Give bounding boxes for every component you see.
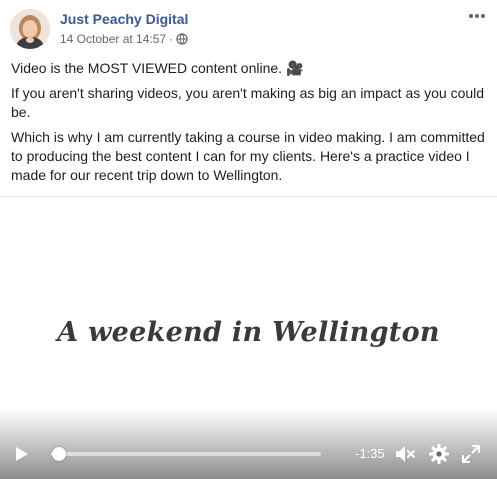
progress-scrubber[interactable] [52, 447, 67, 461]
time-remaining: -1:35 [355, 446, 385, 461]
post-paragraph: If you aren't sharing videos, you aren't… [11, 85, 485, 120]
more-options-icon[interactable] [467, 8, 487, 24]
meta-separator: · [169, 32, 174, 46]
post-meta: 14 October at 14:57 · [60, 32, 188, 48]
video-controls: -1:35 [0, 436, 497, 472]
progress-bar[interactable] [51, 452, 321, 456]
globe-icon[interactable] [176, 33, 188, 48]
post-text: Video is the MOST VIEWED content online.… [11, 59, 489, 191]
volume-muted-icon[interactable] [393, 442, 417, 466]
page-name-link[interactable]: Just Peachy Digital [60, 11, 188, 27]
avatar-photo [10, 9, 50, 49]
fullscreen-icon[interactable] [460, 443, 482, 465]
play-icon[interactable] [10, 443, 32, 465]
post-paragraph: Which is why I am currently taking a cou… [11, 129, 485, 183]
video-title-card: A weekend in Wellington [57, 317, 440, 348]
post-timestamp[interactable]: 14 October at 14:57 [60, 32, 166, 46]
post-paragraph: Video is the MOST VIEWED content online.… [11, 60, 304, 76]
post-header: Just Peachy Digital 14 October at 14:57 · [0, 0, 497, 56]
avatar[interactable] [10, 9, 50, 49]
settings-gear-icon[interactable] [427, 442, 451, 466]
